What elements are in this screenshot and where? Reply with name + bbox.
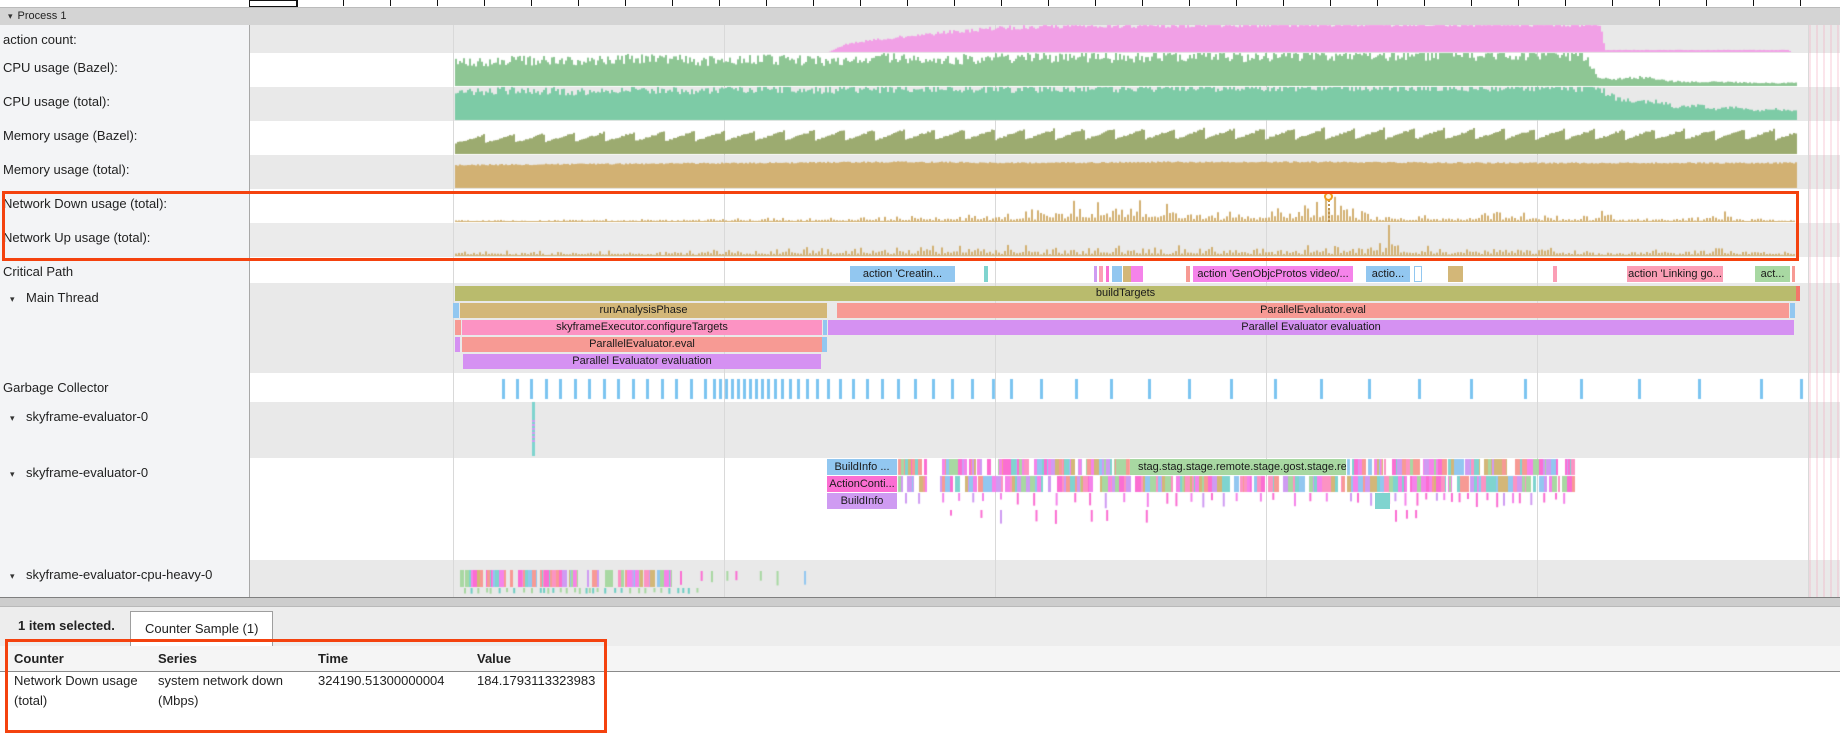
track-label-text: skyframe-evaluator-0 <box>26 465 148 480</box>
skyframe-evaluator2-depth-1-slice[interactable]: ActionConti... <box>827 476 897 492</box>
collapse-arrow-icon[interactable]: ▾ <box>10 294 26 305</box>
critical-path-slice[interactable] <box>1131 266 1143 282</box>
track-label[interactable]: ▾skyframe-evaluator-cpu-heavy-0 <box>0 560 249 597</box>
critical-path-slice[interactable]: action 'Linking go... <box>1627 266 1723 282</box>
main-thread-depth-0-slice[interactable] <box>1796 286 1800 301</box>
track-label[interactable]: ▾skyframe-evaluator-0 <box>0 402 249 458</box>
collapse-arrow-icon[interactable]: ▾ <box>10 469 26 480</box>
critical-path-slice[interactable] <box>1112 266 1122 282</box>
track-label[interactable]: Memory usage (Bazel): <box>0 121 249 155</box>
critical-path-slice[interactable] <box>1099 266 1103 282</box>
skyframe-evaluator2-depth-0-slice[interactable]: BuildInfo ... <box>827 459 897 475</box>
skyframe-evaluator2-depth-2-slice[interactable]: BuildInfo <box>827 493 897 509</box>
sidebar-divider <box>249 25 250 597</box>
main-thread-depth-2-slice[interactable] <box>823 320 827 335</box>
track-label[interactable]: Critical Path <box>0 257 249 283</box>
critical-path-slice[interactable] <box>1123 266 1131 282</box>
main-thread-depth-2-slice[interactable] <box>455 320 461 335</box>
main-thread-depth-1-slice[interactable] <box>1790 303 1795 318</box>
critical-path-slice[interactable] <box>1553 266 1557 282</box>
critical-path-slice[interactable] <box>1792 266 1795 282</box>
main-thread-depth-1-slice[interactable]: runAnalysisPhase <box>460 303 827 318</box>
track-label-text: Memory usage (Bazel): <box>3 128 137 143</box>
track-label-text: Network Up usage (total): <box>3 230 150 245</box>
track-label-text: Garbage Collector <box>3 380 109 395</box>
critical-path-slice[interactable] <box>1106 266 1109 282</box>
track-label[interactable]: Memory usage (total): <box>0 155 249 189</box>
track-label-text: skyframe-evaluator-0 <box>26 409 148 424</box>
critical-path-slice[interactable] <box>1414 266 1422 282</box>
main-thread-depth-2-slice[interactable]: Parallel Evaluator evaluation <box>828 320 1794 335</box>
timeline-canvas[interactable] <box>0 0 1840 742</box>
main-thread-depth-1-slice[interactable]: ParallelEvaluator.eval <box>837 303 1789 318</box>
track-label-text: action count: <box>3 32 77 47</box>
skyframe-evaluator2-depth-2-slice[interactable] <box>1375 493 1390 509</box>
main-thread-depth-3-slice[interactable]: ParallelEvaluator.eval <box>462 337 822 352</box>
track-label-text: Critical Path <box>3 264 73 279</box>
track-label-text: Network Down usage (total): <box>3 196 167 211</box>
critical-path-slice[interactable]: act... <box>1755 266 1790 282</box>
track-label[interactable]: CPU usage (total): <box>0 87 249 121</box>
main-thread-depth-3-slice[interactable] <box>822 337 827 352</box>
main-thread-depth-3-slice[interactable] <box>455 337 460 352</box>
skyframe-evaluator2-depth-0-slice[interactable]: stag.stag...stage.remote.stage.gost.stag… <box>1130 459 1346 475</box>
track-label[interactable]: Network Up usage (total): <box>0 223 249 257</box>
track-label[interactable]: CPU usage (Bazel): <box>0 53 249 87</box>
track-label[interactable]: action count: <box>0 25 249 53</box>
track-label-text: skyframe-evaluator-cpu-heavy-0 <box>26 567 212 582</box>
critical-path-slice[interactable] <box>1448 266 1463 282</box>
track-label[interactable]: ▾skyframe-evaluator-0 <box>0 458 249 560</box>
critical-path-slice[interactable] <box>1186 266 1190 282</box>
out-of-range-strip <box>1809 25 1840 597</box>
trace-viewer: ▾Process 1 action count:CPU usage (Bazel… <box>0 0 1840 742</box>
track-label[interactable]: ▾Main Thread <box>0 283 249 373</box>
track-label-text: Memory usage (total): <box>3 162 129 177</box>
main-thread-depth-4-slice[interactable]: Parallel Evaluator evaluation <box>463 354 821 369</box>
critical-path-slice[interactable]: action 'GenObjcProtos video/... <box>1193 266 1353 282</box>
overlapping-slice-label: stag.stag... <box>1138 459 1192 475</box>
collapse-arrow-icon[interactable]: ▾ <box>10 571 26 582</box>
track-label-text: CPU usage (Bazel): <box>3 60 118 75</box>
main-thread-depth-1-slice[interactable] <box>453 303 459 318</box>
critical-path-slice[interactable]: action 'Creatin... <box>850 266 955 282</box>
critical-path-slice[interactable] <box>984 266 988 282</box>
track-label[interactable]: Network Down usage (total): <box>0 189 249 223</box>
critical-path-slice[interactable]: actio... <box>1366 266 1410 282</box>
selected-sample-dot[interactable] <box>1324 192 1333 201</box>
track-label-text: CPU usage (total): <box>3 94 110 109</box>
main-thread-depth-2-slice[interactable]: skyframeExecutor.configureTargets <box>462 320 822 335</box>
main-thread-depth-0-slice[interactable]: buildTargets <box>455 286 1796 301</box>
overlapping-slice-label: stage.remote.stage.gost.stage.remot... <box>1186 459 1346 475</box>
track-label[interactable]: Garbage Collector <box>0 373 249 402</box>
critical-path-slice[interactable] <box>1094 266 1097 282</box>
track-label-text: Main Thread <box>26 290 99 305</box>
collapse-arrow-icon[interactable]: ▾ <box>10 413 26 424</box>
